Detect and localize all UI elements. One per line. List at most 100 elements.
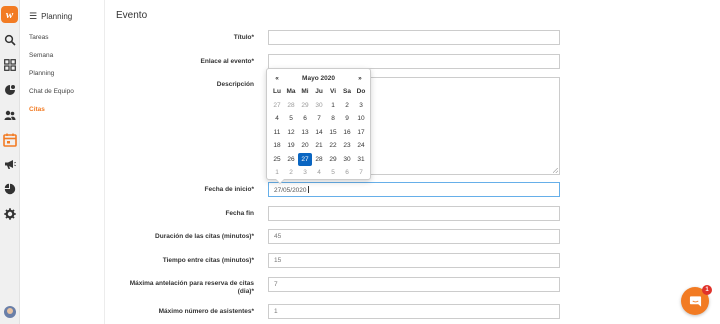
datepicker-day[interactable]: 28 <box>312 153 326 167</box>
datepicker-day[interactable]: 8 <box>326 112 340 126</box>
datepicker-day[interactable]: 2 <box>284 166 298 180</box>
descripcion-label: Descripción <box>216 81 254 88</box>
datepicker-day[interactable]: 24 <box>354 139 368 153</box>
duracion-input[interactable]: 45 <box>268 229 560 244</box>
text-caret <box>307 186 309 193</box>
chart-icon[interactable] <box>4 183 16 195</box>
megaphone-icon[interactable] <box>4 158 16 170</box>
datepicker-day[interactable]: 1 <box>270 166 284 180</box>
datepicker-day[interactable]: 20 <box>298 139 312 153</box>
datepicker-day[interactable]: 5 <box>326 166 340 180</box>
sidebar-header[interactable]: ☰ Planning <box>29 11 72 22</box>
datepicker-grid: Lu Ma Mi Ju Vi Sa Do 27 28 29 30 1 2 3 4 5 6 7 8 9 10 11 12 13 1… <box>270 85 367 180</box>
datepicker-day[interactable]: 2 <box>340 99 354 113</box>
datepicker-header: « Mayo 2020 » <box>270 72 367 84</box>
antelacion-label-line1: Máxima antelación para reserva de citas <box>129 280 254 287</box>
team-icon[interactable] <box>4 109 16 121</box>
enlace-input[interactable] <box>268 54 560 69</box>
logo-letter: w <box>5 8 14 21</box>
datepicker: « Mayo 2020 » Lu Ma Mi Ju Vi Sa Do 27 28 29 30 1 2 3 4… <box>266 68 371 184</box>
antelacion-input[interactable]: 7 <box>268 277 560 292</box>
datepicker-day[interactable]: 23 <box>340 139 354 153</box>
weekday-header: Ju <box>315 88 323 95</box>
datepicker-day-selected[interactable]: 27 <box>298 152 312 166</box>
datepicker-day[interactable]: 11 <box>270 126 284 140</box>
datepicker-day[interactable]: 12 <box>284 126 298 140</box>
datepicker-day[interactable]: 4 <box>312 166 326 180</box>
datepicker-day[interactable]: 14 <box>312 126 326 140</box>
sidebar-item-chat-de-equipo[interactable]: Chat de Equipo <box>29 88 74 95</box>
datepicker-month-title[interactable]: Mayo 2020 <box>302 75 335 82</box>
datepicker-day[interactable]: 28 <box>284 99 298 113</box>
titulo-input[interactable] <box>268 30 560 45</box>
datepicker-day[interactable]: 10 <box>354 112 368 126</box>
datepicker-day[interactable]: 25 <box>270 153 284 167</box>
datepicker-day[interactable]: 5 <box>284 112 298 126</box>
datepicker-day[interactable]: 6 <box>340 166 354 180</box>
sidebar-item-citas[interactable]: Citas <box>29 106 45 113</box>
fecha-inicio-input[interactable]: 27/05/2020 <box>268 182 560 197</box>
datepicker-day[interactable]: 27 <box>270 99 284 113</box>
icon-rail: w <box>0 0 20 324</box>
datepicker-next-button[interactable]: » <box>353 75 367 82</box>
datepicker-day[interactable]: 16 <box>340 126 354 140</box>
datepicker-day[interactable]: 7 <box>312 112 326 126</box>
calendar-icon[interactable] <box>2 132 18 148</box>
datepicker-day[interactable]: 3 <box>298 166 312 180</box>
tiempo-entre-label: Tiempo entre citas (minutos)* <box>162 257 254 264</box>
weekday-header: Do <box>356 88 366 95</box>
datepicker-day[interactable]: 29 <box>326 153 340 167</box>
clients-icon[interactable] <box>4 84 16 96</box>
datepicker-day[interactable]: 4 <box>270 112 284 126</box>
sidebar-title: Planning <box>41 12 73 21</box>
resize-handle[interactable] <box>553 168 558 173</box>
antelacion-label-line2: (dia)* <box>237 288 254 295</box>
datepicker-day[interactable]: 19 <box>284 139 298 153</box>
datepicker-day[interactable]: 17 <box>354 126 368 140</box>
weekday-header: Vi <box>329 88 337 95</box>
sidebar-item-semana[interactable]: Semana <box>29 52 53 59</box>
titulo-label: Título* <box>233 34 254 41</box>
fecha-fin-input[interactable] <box>268 206 560 221</box>
datepicker-day[interactable]: 26 <box>284 153 298 167</box>
weekday-header: Mi <box>301 88 309 95</box>
datepicker-day[interactable]: 6 <box>298 112 312 126</box>
page-title: Evento <box>116 10 148 21</box>
datepicker-day[interactable]: 3 <box>354 99 368 113</box>
user-avatar[interactable] <box>4 306 16 318</box>
datepicker-day[interactable]: 29 <box>298 99 312 113</box>
antelacion-label: Máxima antelación para reserva de citas … <box>114 280 254 296</box>
dashboard-icon[interactable] <box>4 59 16 71</box>
fecha-inicio-value: 27/05/2020 <box>274 187 307 194</box>
asistentes-label: Máximo número de asistentes* <box>158 308 254 315</box>
datepicker-day[interactable]: 18 <box>270 139 284 153</box>
datepicker-day[interactable]: 30 <box>312 99 326 113</box>
datepicker-prev-button[interactable]: « <box>270 75 284 82</box>
datepicker-day[interactable]: 1 <box>326 99 340 113</box>
asistentes-input[interactable]: 1 <box>268 304 560 319</box>
chat-bubble-icon <box>689 295 701 307</box>
datepicker-day[interactable]: 31 <box>354 153 368 167</box>
settings-icon[interactable] <box>4 208 16 220</box>
app-logo[interactable]: w <box>1 6 18 23</box>
hamburger-icon[interactable]: ☰ <box>29 11 37 22</box>
enlace-label: Enlace al evento* <box>200 58 254 65</box>
fecha-fin-label: Fecha fin <box>225 210 254 217</box>
chat-notification-badge: 1 <box>702 285 712 295</box>
fecha-inicio-label: Fecha de inicio* <box>204 186 255 193</box>
tiempo-entre-input[interactable]: 15 <box>268 253 560 268</box>
sidebar-item-planning[interactable]: Planning <box>29 70 54 77</box>
datepicker-day[interactable]: 21 <box>312 139 326 153</box>
section-sidebar: ☰ Planning Tareas Semana Planning Chat d… <box>21 0 105 324</box>
weekday-header: Lu <box>273 88 281 95</box>
datepicker-day[interactable]: 30 <box>340 153 354 167</box>
datepicker-day[interactable]: 22 <box>326 139 340 153</box>
datepicker-day[interactable]: 9 <box>340 112 354 126</box>
datepicker-day[interactable]: 15 <box>326 126 340 140</box>
duracion-label: Duración de las citas (minutos)* <box>155 233 254 240</box>
datepicker-day[interactable]: 13 <box>298 126 312 140</box>
search-icon[interactable] <box>4 34 16 46</box>
datepicker-day[interactable]: 7 <box>354 166 368 180</box>
sidebar-item-tareas[interactable]: Tareas <box>29 34 49 41</box>
weekday-header: Sa <box>343 88 351 95</box>
